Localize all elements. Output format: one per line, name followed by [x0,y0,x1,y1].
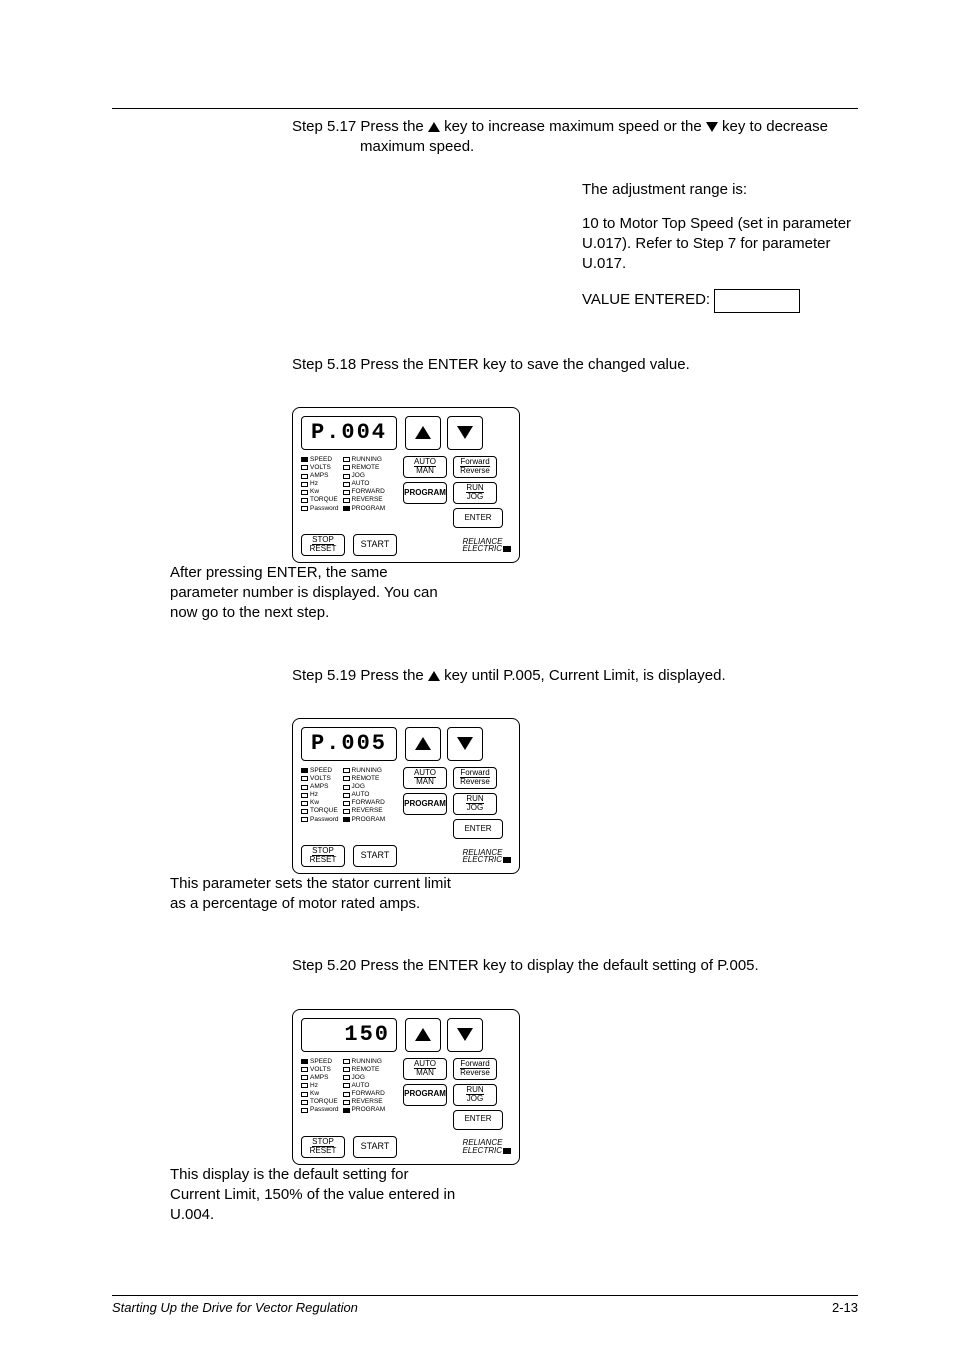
step-5-20-text: Press the ENTER key to display the defau… [360,957,758,974]
up-triangle-icon [415,1028,431,1041]
brand-label: RELIANCE ELECTRIC [462,849,511,863]
up-key[interactable] [405,416,441,450]
step-5-20-label: Step 5.20 [292,957,356,974]
led-grid: SPEED VOLTS AMPS Hz Kw TORQUE Password R… [301,456,397,528]
stop-reset-key[interactable]: STOPRESET [301,845,345,867]
step-5-17-mid: key to increase maximum speed or the [440,118,706,135]
value-entered-box[interactable] [714,289,800,313]
value-entered-label: VALUE ENTERED: [582,290,710,310]
footer-rule [112,1295,858,1296]
footer-section-title: Starting Up the Drive for Vector Regulat… [112,1300,358,1315]
auto-man-key[interactable]: AUTOMAN [403,1058,447,1080]
step-5-19-note: This parameter sets the stator current l… [170,874,460,915]
page-footer: Starting Up the Drive for Vector Regulat… [112,1295,858,1315]
down-arrow-icon [706,122,718,132]
step-5-17-label: Step 5.17 [292,118,356,135]
brand-label: RELIANCE ELECTRIC [462,1139,511,1153]
run-jog-key[interactable]: RUNJOG [453,793,497,815]
program-key[interactable]: PROGRAM [403,793,447,815]
step-5-20: Step 5.20 Press the ENTER key to display… [292,956,858,976]
up-key[interactable] [405,727,441,761]
enter-key[interactable]: ENTER [453,1110,503,1130]
program-key[interactable]: PROGRAM [403,1084,447,1106]
led-grid: SPEED VOLTS AMPS Hz Kw TORQUE Password R… [301,1058,397,1130]
down-triangle-icon [457,1028,473,1041]
up-triangle-icon [415,737,431,750]
brand-mark-icon [503,1148,511,1154]
down-triangle-icon [457,737,473,750]
keypad-panel-150: 150 SPEED VOLTS AMPS Hz Kw TORQUE Passwo… [292,1009,520,1165]
up-key[interactable] [405,1018,441,1052]
enter-key[interactable]: ENTER [453,819,503,839]
step-5-20-note: This display is the default setting for … [170,1165,460,1226]
page: Step 5.17 Press the key to increase maxi… [0,0,954,1355]
step-5-18-text: Press the ENTER key to save the changed … [360,356,689,373]
step-5-19-label: Step 5.19 [292,667,356,684]
step-5-18-label: Step 5.18 [292,356,356,373]
adjustment-range-body: 10 to Motor Top Speed (set in parameter … [582,214,872,275]
step-5-17: Step 5.17 Press the key to increase maxi… [292,117,858,158]
start-key[interactable]: START [353,845,397,867]
step-5-19-post: key until P.005, Current Limit, is displ… [440,667,726,684]
auto-man-key[interactable]: AUTOMAN [403,767,447,789]
run-jog-key[interactable]: RUNJOG [453,482,497,504]
keypad-panel-p004: P.004 SPEED VOLTS AMPS Hz Kw TORQUE Pass… [292,407,520,563]
step-5-17-pre: Press the [360,118,428,135]
program-key[interactable]: PROGRAM [403,482,447,504]
enter-key[interactable]: ENTER [453,508,503,528]
step-5-19-pair: P.005 SPEED VOLTS AMPS Hz Kw TORQUE Pass… [112,702,858,915]
start-key[interactable]: START [353,534,397,556]
led-grid: SPEED VOLTS AMPS Hz Kw TORQUE Password R… [301,767,397,839]
down-key[interactable] [447,416,483,450]
lcd-display: 150 [301,1018,397,1052]
step-5-19-pre: Press the [360,667,428,684]
stop-reset-key[interactable]: STOPRESET [301,534,345,556]
down-key[interactable] [447,727,483,761]
down-triangle-icon [457,426,473,439]
lcd-display: P.005 [301,727,397,761]
top-rule [112,108,858,109]
down-key[interactable] [447,1018,483,1052]
run-jog-key[interactable]: RUNJOG [453,1084,497,1106]
stop-reset-key[interactable]: STOPRESET [301,1136,345,1158]
step-5-19: Step 5.19 Press the key until P.005, Cur… [292,666,858,686]
forward-reverse-key[interactable]: ForwardReverse [453,456,497,478]
step-5-18-note: After pressing ENTER, the same parameter… [170,563,460,624]
step-5-17-notes: The adjustment range is: 10 to Motor Top… [582,180,872,313]
step-5-18: Step 5.18 Press the ENTER key to save th… [292,355,858,375]
up-arrow-icon [428,122,440,132]
page-number: 2-13 [832,1300,858,1315]
lcd-display: P.004 [301,416,397,450]
keypad-panel-p005: P.005 SPEED VOLTS AMPS Hz Kw TORQUE Pass… [292,718,520,874]
up-triangle-icon [415,426,431,439]
forward-reverse-key[interactable]: ForwardReverse [453,767,497,789]
step-5-18-pair: P.004 SPEED VOLTS AMPS Hz Kw TORQUE Pass… [112,391,858,624]
adjustment-range-intro: The adjustment range is: [582,180,872,200]
start-key[interactable]: START [353,1136,397,1158]
auto-man-key[interactable]: AUTOMAN [403,456,447,478]
forward-reverse-key[interactable]: ForwardReverse [453,1058,497,1080]
up-arrow-icon [428,671,440,681]
brand-mark-icon [503,546,511,552]
value-entered-row: VALUE ENTERED: [582,289,872,313]
step-5-20-pair: 150 SPEED VOLTS AMPS Hz Kw TORQUE Passwo… [112,993,858,1226]
brand-mark-icon [503,857,511,863]
brand-label: RELIANCE ELECTRIC [462,538,511,552]
